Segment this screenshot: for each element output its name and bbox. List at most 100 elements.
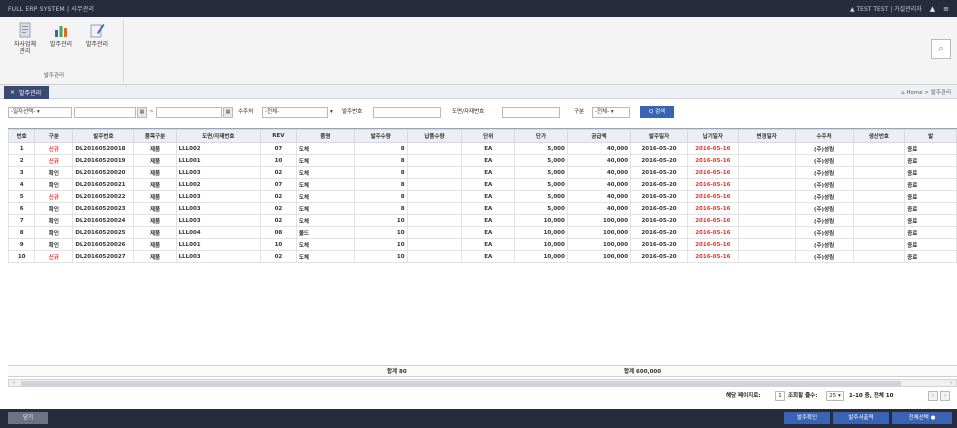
column-header[interactable]: 납품수량 (406, 129, 463, 143)
type-label: 구분 (574, 109, 585, 115)
table-cell: 확인 (34, 214, 74, 227)
top-bar: FULL ERP SYSTEM | 사무관리 ▲ TEST TEST | 가설관… (0, 0, 957, 17)
column-header[interactable]: 발 (904, 129, 957, 143)
calendar-icon[interactable]: ▦ (223, 107, 233, 118)
table-cell: 07 (260, 178, 297, 191)
table-row[interactable]: 5 신규 DL20160520022 제품 LLL003 02 도체 8 EA 5,000 40,0… (7, 190, 957, 203)
chevron-down-icon[interactable]: ▾ (330, 107, 333, 118)
table-cell: 제품 (133, 166, 177, 179)
ribbon-button-order[interactable]: 발주관리 (44, 22, 78, 64)
table-cell: 신규 (34, 250, 74, 263)
column-header[interactable]: 발주번호 (72, 129, 135, 143)
chevron-right-icon[interactable]: › (947, 380, 955, 386)
table-cell (406, 250, 463, 263)
table-row[interactable]: 10 신규 DL20160520027 제품 LLL003 02 도체 10 EA 10,000 1… (7, 250, 957, 263)
column-header[interactable]: 발주일자 (630, 129, 689, 143)
column-header[interactable]: 발주수량 (353, 129, 408, 143)
column-header[interactable]: 품목구분 (133, 129, 177, 143)
page-input[interactable]: 1 (775, 391, 785, 401)
column-header[interactable]: 납기일자 (687, 129, 739, 143)
column-header[interactable]: 생산번호 (852, 129, 906, 143)
table-cell: 5 (7, 190, 36, 203)
column-header[interactable]: REV (260, 129, 297, 143)
column-header[interactable]: 공급액 (566, 129, 632, 143)
column-header[interactable]: 번호 (7, 129, 36, 143)
close-icon[interactable]: × (10, 89, 15, 96)
table-row[interactable]: 4 확인 DL20160520021 제품 LLL002 07 도체 8 EA 5,000 40,0… (7, 178, 957, 191)
scrollbar-thumb[interactable] (21, 381, 901, 386)
menu-icon[interactable]: ≡ (943, 5, 949, 13)
horizontal-scrollbar[interactable]: ‹ › (8, 379, 957, 387)
table-cell: 종료 (904, 238, 957, 251)
next-page-button[interactable]: › (940, 391, 950, 401)
table-cell: 02 (260, 166, 297, 179)
edit-icon (90, 24, 105, 38)
table-cell: 6 (7, 202, 36, 215)
home-icon[interactable]: ▲ (930, 5, 935, 13)
order-confirm-button[interactable]: 발주확인 (784, 412, 830, 424)
table-cell: 2016-05-20 (630, 226, 689, 239)
prev-page-button[interactable]: ‹ (928, 391, 938, 401)
table-cell (737, 214, 796, 227)
table-row[interactable]: 6 확인 DL20160520023 제품 LLL003 02 도체 8 EA 5,000 40,0… (7, 202, 957, 215)
rows-select[interactable]: 25 ▾ (826, 391, 844, 401)
qty-total: 합계 80 (387, 369, 407, 375)
column-header[interactable]: 수주처 (794, 129, 854, 143)
table-row[interactable]: 8 확인 DL20160520025 제품 LLL004 08 몰드 10 EA 10,000 10… (7, 226, 957, 239)
table-cell: LLL003 (175, 166, 262, 179)
date-type-select[interactable]: -일자선택- ▾ (8, 107, 72, 118)
chevron-left-icon[interactable]: ‹ (10, 380, 18, 386)
search-icon[interactable]: ⌕ (931, 39, 951, 59)
column-header[interactable]: 구분 (34, 129, 74, 143)
table-cell: 5,000 (514, 202, 568, 215)
table-cell: 제품 (133, 202, 177, 215)
select-all-button[interactable]: 전체선택 ● (892, 412, 952, 424)
table-cell: (주)성림 (794, 214, 854, 227)
type-select[interactable]: -전체- ▾ (592, 107, 630, 118)
table-cell: 10,000 (514, 214, 568, 227)
table-cell: EA (461, 226, 516, 239)
date-separator: ~ (149, 109, 154, 115)
column-header[interactable]: 도면/자재번호 (175, 129, 262, 143)
tab-order-management[interactable]: × 발주관리 (4, 86, 50, 99)
start-date-input[interactable] (74, 107, 136, 118)
document-icon (19, 22, 31, 38)
close-button[interactable]: 닫기 (8, 412, 48, 424)
ribbon-button-company[interactable]: 자사업체 관리 (8, 22, 42, 64)
table-row[interactable]: 7 확인 DL20160520024 제품 LLL003 02 도체 10 EA 10,000 10… (7, 214, 957, 227)
table-cell: 5,000 (514, 178, 568, 191)
customer-select[interactable]: -전체- (262, 107, 328, 118)
column-header[interactable]: 단위 (461, 129, 516, 143)
table-cell: 확인 (34, 166, 74, 179)
calendar-icon[interactable]: ▦ (137, 107, 147, 118)
drawing-no-input[interactable] (502, 107, 560, 118)
table-cell: 확인 (34, 178, 74, 191)
table-cell: 10 (353, 250, 408, 263)
column-header[interactable]: 단가 (514, 129, 568, 143)
table-cell: 2016-05-16 (687, 178, 739, 191)
end-date-input[interactable] (156, 107, 222, 118)
table-cell: 도체 (295, 250, 355, 263)
table-row[interactable]: 2 신규 DL20160520019 제품 LLL001 10 도체 8 EA 5,000 40,0… (7, 154, 957, 167)
table-cell (737, 142, 796, 155)
user-info[interactable]: ▲ TEST TEST | 가설관리자 (850, 4, 922, 13)
table-cell: (주)성림 (794, 166, 854, 179)
table-cell: 5,000 (514, 154, 568, 167)
table-cell: 2016-05-20 (630, 178, 689, 191)
breadcrumb[interactable]: ⌂ Home > 발주관리 (901, 88, 951, 96)
table-cell: 종료 (904, 154, 957, 167)
search-button[interactable]: Q 검색 (640, 106, 674, 118)
table-row[interactable]: 9 확인 DL20160520026 제품 LLL001 10 도체 10 EA 10,000 10… (7, 238, 957, 251)
table-cell: 도체 (295, 142, 355, 155)
table-row[interactable]: 1 신규 DL20160520018 제품 LLL002 07 도체 8 EA 5,000 40,0… (7, 142, 957, 155)
table-cell: EA (461, 154, 516, 167)
table-cell (406, 214, 463, 227)
order-print-button[interactable]: 발주서출력 (833, 412, 889, 424)
amount-total: 합계 600,000 (624, 369, 662, 375)
column-header[interactable]: 변경일자 (737, 129, 796, 143)
column-header[interactable]: 품명 (295, 129, 355, 143)
ribbon-button-order-edit[interactable]: 발주관리 (80, 22, 114, 64)
table-cell: 02 (260, 250, 297, 263)
order-no-input[interactable] (373, 107, 441, 118)
table-row[interactable]: 3 확인 DL20160520020 제품 LLL003 02 도체 8 EA 5,000 40,0… (7, 166, 957, 179)
